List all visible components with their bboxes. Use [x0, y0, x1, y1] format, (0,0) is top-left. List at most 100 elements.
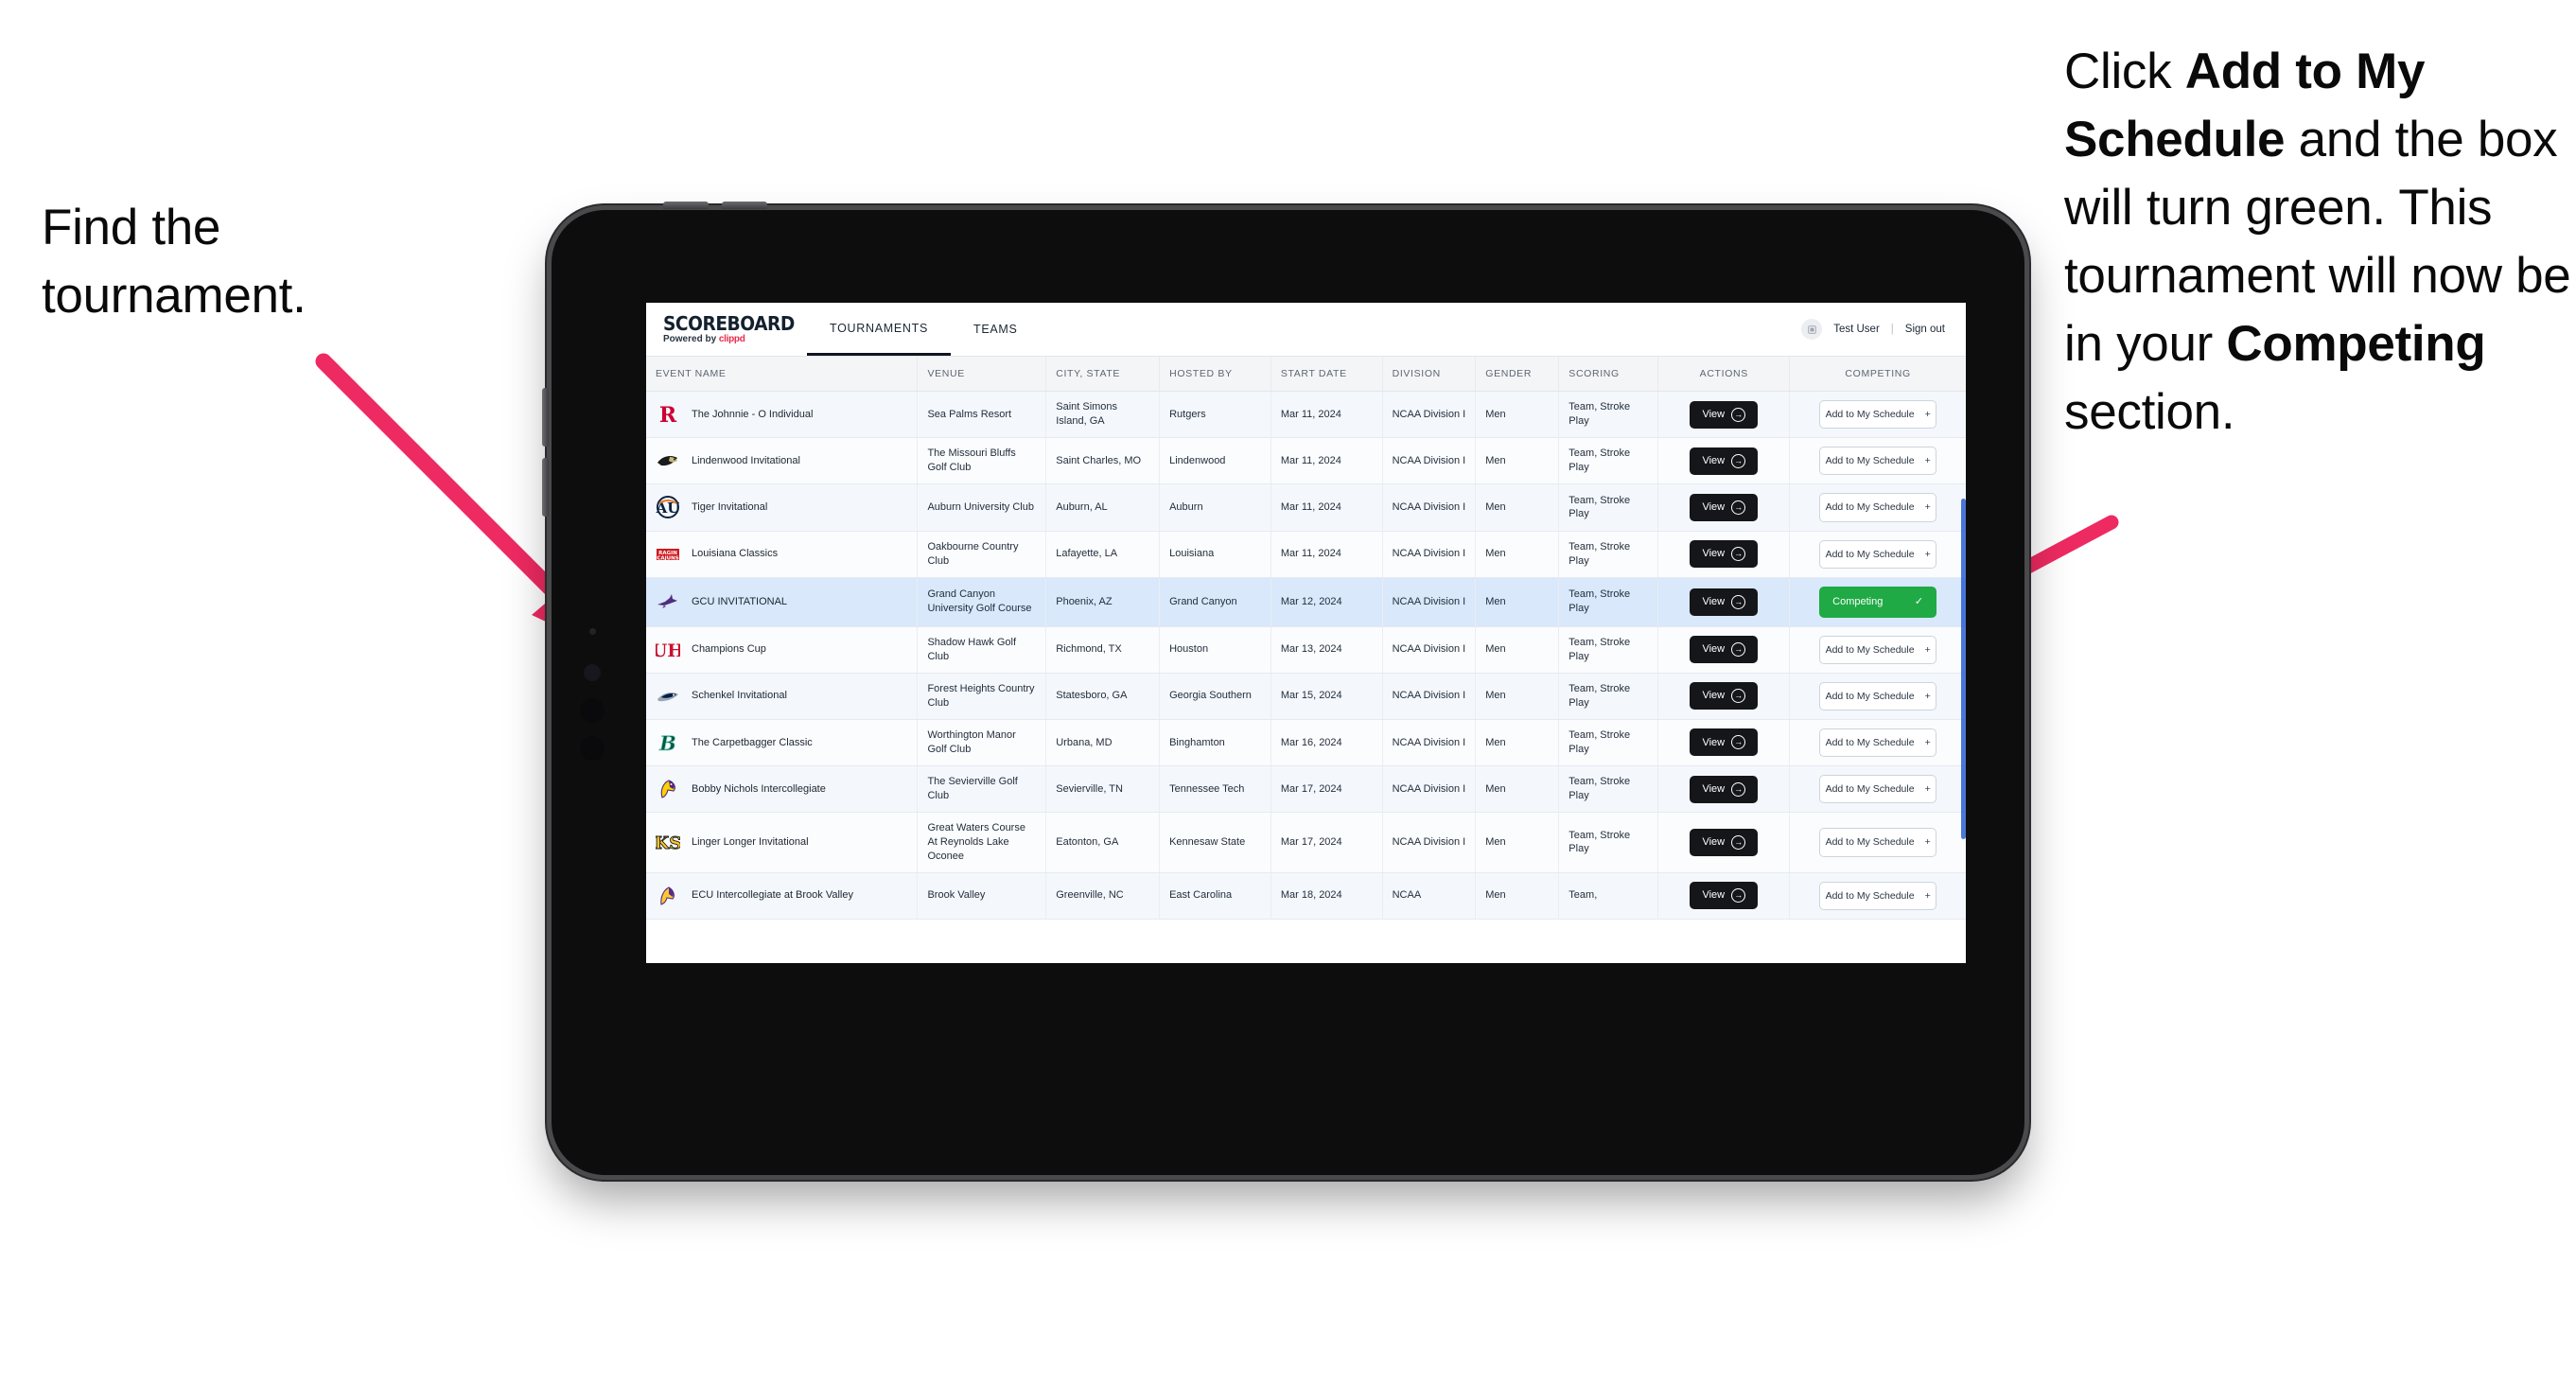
competing-cell: Add to My Schedule +: [1789, 483, 1966, 532]
venue-cell: Oakbourne Country Club: [917, 531, 1047, 578]
table-row[interactable]: B The Carpetbagger Classic Worthington M…: [646, 719, 1966, 767]
add-to-my-schedule-button[interactable]: Add to My Schedule +: [1819, 539, 1937, 569]
table-row[interactable]: UH Champions Cup Shadow Hawk Golf Club R…: [646, 626, 1966, 674]
header-user-area: Test User | Sign out: [1801, 319, 1966, 340]
add-to-my-schedule-button[interactable]: Add to My Schedule +: [1819, 635, 1937, 664]
column-header-hosted-by[interactable]: HOSTED BY: [1159, 357, 1271, 392]
add-to-my-schedule-button[interactable]: Add to My Schedule +: [1819, 881, 1937, 910]
add-to-my-schedule-button[interactable]: Add to My Schedule +: [1819, 828, 1937, 857]
venue-cell: Great Waters Course At Reynolds Lake Oco…: [917, 812, 1047, 873]
rutgers-logo: R: [656, 402, 680, 427]
power-button[interactable]: [663, 202, 709, 209]
view-button[interactable]: View →: [1690, 636, 1759, 664]
actions-cell: View →: [1657, 626, 1791, 674]
column-header-scoring[interactable]: SCORING: [1558, 357, 1659, 392]
table-row[interactable]: ECU Intercollegiate at Brook Valley Broo…: [646, 872, 1966, 920]
user-avatar-icon[interactable]: [1801, 319, 1823, 340]
annotation-add-to-schedule: Click Add to My Schedule and the box wil…: [2064, 38, 2576, 447]
add-to-my-schedule-button[interactable]: Add to My Schedule +: [1819, 775, 1937, 804]
add-to-my-schedule-button[interactable]: Add to My Schedule +: [1819, 400, 1937, 430]
front-camera-icon: [584, 664, 601, 681]
event-name-cell: AU Tiger Invitational: [646, 483, 919, 532]
tab-teams-label: TEAMS: [973, 323, 1018, 336]
scoring-cell: Team, Stroke Play: [1558, 483, 1659, 532]
column-header-division[interactable]: DIVISION: [1382, 357, 1477, 392]
brand-title: SCOREBOARD: [663, 312, 795, 335]
venue-cell: Grand Canyon University Golf Course: [917, 577, 1047, 627]
table-row[interactable]: Bobby Nichols Intercollegiate The Sevier…: [646, 765, 1966, 814]
top-secondary-button[interactable]: [722, 202, 767, 209]
event-name-cell: Lindenwood Invitational: [646, 437, 919, 485]
view-button[interactable]: View →: [1690, 882, 1759, 910]
check-icon: ✓: [1914, 595, 1924, 607]
column-header-gender[interactable]: GENDER: [1475, 357, 1560, 392]
vertical-scrollbar[interactable]: [1961, 499, 1966, 839]
view-button[interactable]: View →: [1690, 493, 1759, 521]
table-row[interactable]: Schenkel Invitational Forest Heights Cou…: [646, 673, 1966, 720]
tournaments-table-container[interactable]: EVENT NAME VENUE CITY, STATE HOSTED BY S…: [646, 357, 1966, 963]
column-header-city-state[interactable]: CITY, STATE: [1045, 357, 1161, 392]
table-row[interactable]: KS Linger Longer Invitational Great Wate…: [646, 812, 1966, 873]
tab-tournaments[interactable]: TOURNAMENTS: [807, 303, 952, 356]
plus-icon: +: [1924, 783, 1931, 796]
annotation-right-bold2: Competing: [2226, 316, 2486, 373]
actions-cell: View →: [1657, 673, 1791, 720]
actions-cell: View →: [1657, 765, 1791, 814]
add-to-my-schedule-button[interactable]: Add to My Schedule +: [1819, 728, 1937, 758]
table-row[interactable]: AU Tiger Invitational Auburn University …: [646, 483, 1966, 532]
division-cell: NCAA Division I: [1382, 812, 1477, 873]
tab-teams[interactable]: TEAMS: [951, 303, 1041, 356]
scoring-cell: Team,: [1558, 872, 1659, 920]
view-button[interactable]: View →: [1690, 400, 1759, 429]
gender-cell: Men: [1475, 626, 1560, 674]
hosted-by-cell: Georgia Southern: [1159, 673, 1271, 720]
sign-out-link[interactable]: Sign out: [1905, 324, 1945, 335]
event-name-text: The Johnnie - O Individual: [692, 408, 814, 420]
table-row[interactable]: R The Johnnie - O Individual Sea Palms R…: [646, 391, 1966, 439]
view-button-label: View: [1702, 690, 1726, 702]
table-row[interactable]: RAGIN CAJUNS Louisiana Classics Oakbourne…: [646, 531, 1966, 578]
view-button[interactable]: View →: [1690, 775, 1759, 803]
view-button[interactable]: View →: [1690, 540, 1759, 569]
arrow-right-circle-icon: →: [1731, 781, 1746, 797]
view-button[interactable]: View →: [1690, 447, 1759, 475]
venue-cell: Brook Valley: [917, 872, 1047, 920]
add-to-my-schedule-button[interactable]: Add to My Schedule +: [1819, 493, 1937, 522]
column-header-competing: COMPETING: [1789, 357, 1966, 392]
view-button-label: View: [1702, 501, 1726, 513]
event-name-cell: ECU Intercollegiate at Brook Valley: [646, 872, 919, 920]
volume-up-button[interactable]: [542, 388, 549, 447]
actions-cell: View →: [1657, 437, 1791, 485]
table-row[interactable]: Lindenwood Invitational The Missouri Blu…: [646, 437, 1966, 485]
gender-cell: Men: [1475, 483, 1560, 532]
column-header-event-name[interactable]: EVENT NAME: [646, 357, 919, 392]
annotation-left-text: Find the tournament.: [42, 200, 307, 325]
venue-cell: Worthington Manor Golf Club: [917, 719, 1047, 767]
view-button[interactable]: View →: [1690, 828, 1759, 856]
binghamton-logo: B: [656, 730, 680, 755]
column-header-start-date[interactable]: START DATE: [1270, 357, 1383, 392]
column-header-venue[interactable]: VENUE: [917, 357, 1047, 392]
add-to-my-schedule-button[interactable]: Add to My Schedule +: [1819, 681, 1937, 711]
user-name: Test User: [1833, 324, 1880, 335]
brand-logo: SCOREBOARD Powered by clippd: [646, 314, 807, 344]
view-button[interactable]: View →: [1690, 728, 1759, 757]
city-state-cell: Phoenix, AZ: [1045, 577, 1161, 627]
add-to-my-schedule-label: Add to My Schedule: [1825, 501, 1915, 514]
hosted-by-cell: Tennessee Tech: [1159, 765, 1271, 814]
add-to-my-schedule-label: Add to My Schedule: [1825, 409, 1915, 420]
division-cell: NCAA Division I: [1382, 673, 1477, 720]
start-date-cell: Mar 18, 2024: [1270, 872, 1383, 920]
competing-button[interactable]: Competing ✓: [1819, 586, 1937, 618]
add-to-my-schedule-button[interactable]: Add to My Schedule +: [1819, 447, 1937, 476]
plus-icon: +: [1924, 455, 1931, 467]
view-button-label: View: [1702, 595, 1726, 607]
add-to-my-schedule-label: Add to My Schedule: [1825, 643, 1915, 656]
volume-down-button[interactable]: [542, 458, 549, 517]
hosted-by-cell: Louisiana: [1159, 531, 1271, 578]
view-button[interactable]: View →: [1690, 682, 1759, 711]
table-row[interactable]: GCU INVITATIONAL Grand Canyon University…: [646, 577, 1966, 627]
view-button[interactable]: View →: [1690, 588, 1759, 616]
arrow-right-circle-icon: →: [1731, 500, 1746, 515]
add-to-my-schedule-label: Add to My Schedule: [1825, 836, 1915, 849]
